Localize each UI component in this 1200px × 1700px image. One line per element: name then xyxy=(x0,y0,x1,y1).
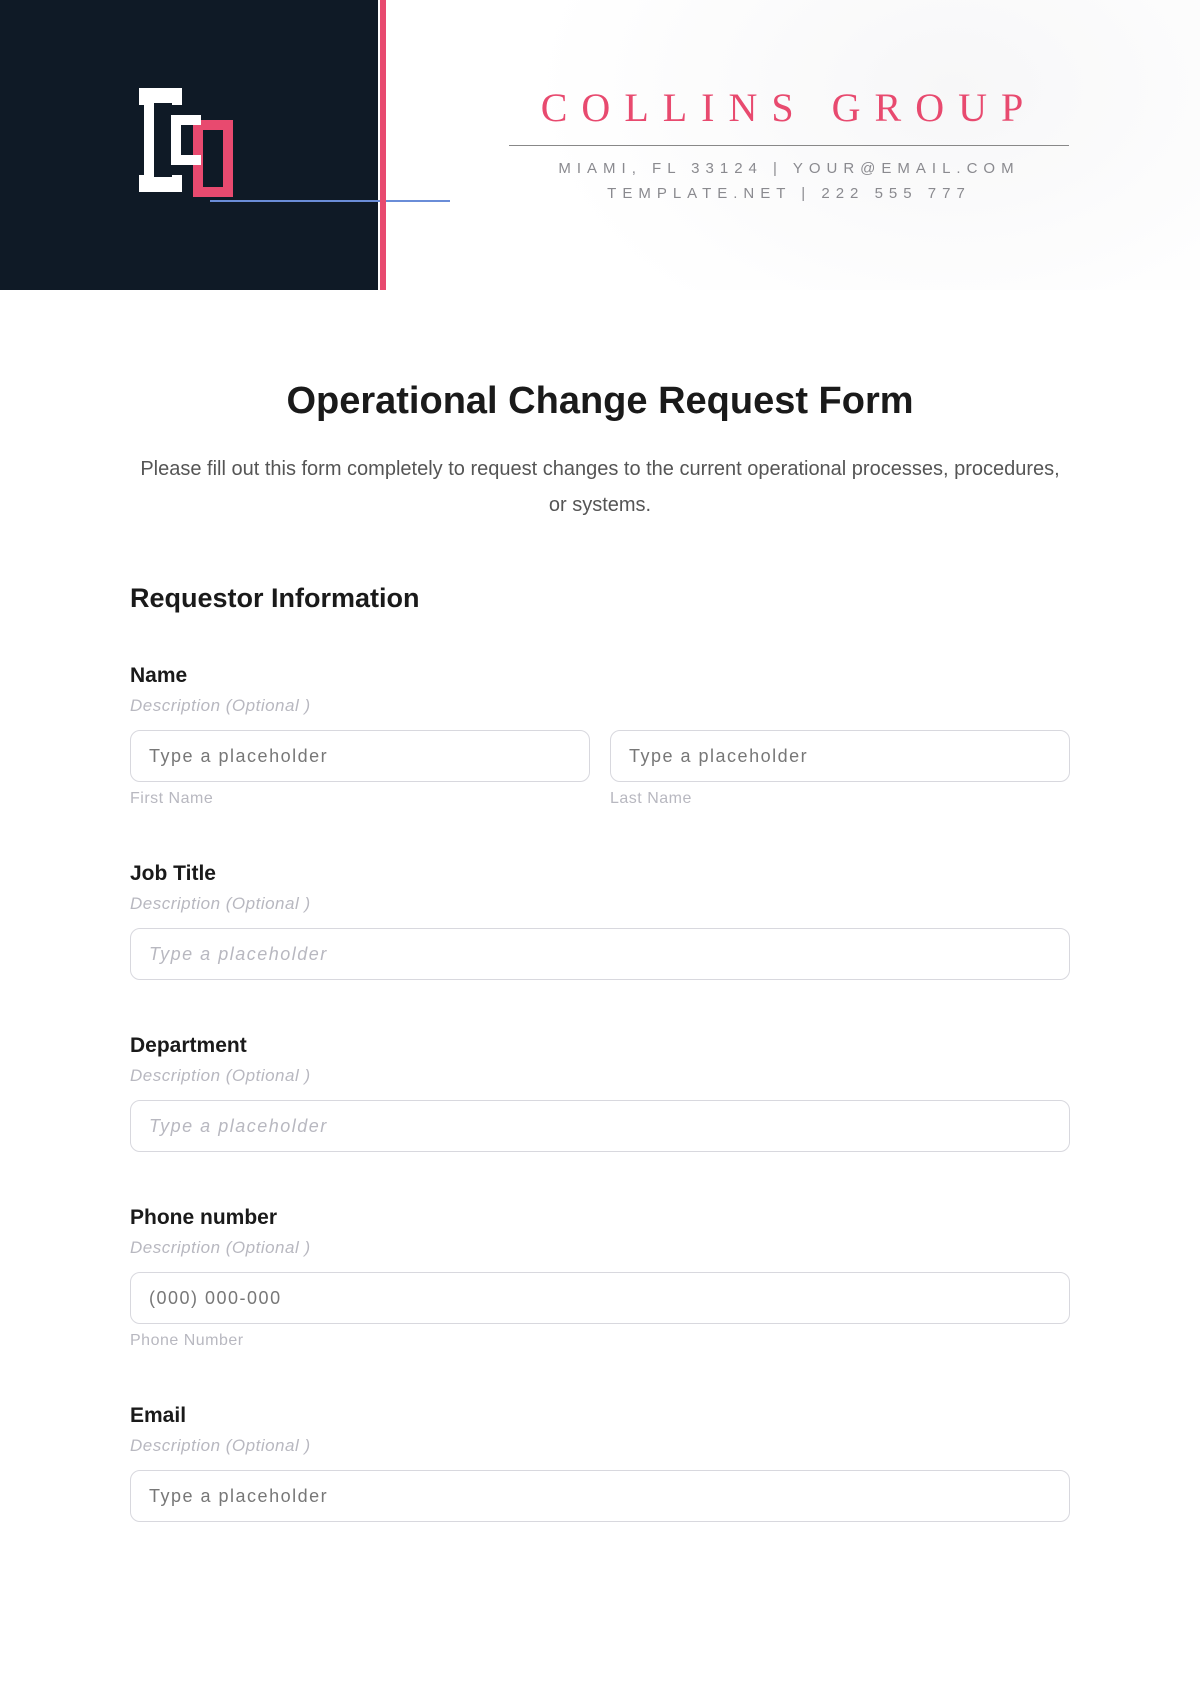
phone-input[interactable] xyxy=(130,1272,1070,1324)
brand-contact: MIAMI, FL 33124 | YOUR@EMAIL.COM TEMPLAT… xyxy=(558,156,1019,207)
brand-name: COLLINS GROUP xyxy=(541,84,1037,131)
department-label: Department xyxy=(130,1034,1070,1058)
name-desc: Description (Optional ) xyxy=(130,696,1070,716)
email-label: Email xyxy=(130,1404,1070,1428)
logo-block xyxy=(0,0,378,290)
field-email: Email Description (Optional ) xyxy=(130,1404,1070,1522)
field-phone: Phone number Description (Optional ) Pho… xyxy=(130,1206,1070,1350)
logo-icon xyxy=(129,85,249,205)
last-name-sublabel: Last Name xyxy=(610,790,1070,808)
accent-line xyxy=(210,200,450,202)
last-name-input[interactable] xyxy=(610,730,1070,782)
accent-stripe xyxy=(380,0,386,290)
brand-divider xyxy=(509,145,1069,146)
email-desc: Description (Optional ) xyxy=(130,1436,1070,1456)
brand-contact-line2: TEMPLATE.NET | 222 555 777 xyxy=(607,185,971,202)
phone-desc: Description (Optional ) xyxy=(130,1238,1070,1258)
phone-label: Phone number xyxy=(130,1206,1070,1230)
email-input[interactable] xyxy=(130,1470,1070,1522)
form-intro: Please fill out this form completely to … xyxy=(130,451,1070,523)
section-title: Requestor Information xyxy=(130,583,1070,614)
first-name-sublabel: First Name xyxy=(130,790,590,808)
brand-contact-line1: MIAMI, FL 33124 | YOUR@EMAIL.COM xyxy=(558,160,1019,177)
field-job-title: Job Title Description (Optional ) xyxy=(130,862,1070,980)
name-label: Name xyxy=(130,664,1070,688)
form-title: Operational Change Request Form xyxy=(130,380,1070,423)
job-title-input[interactable] xyxy=(130,928,1070,980)
field-department: Department Description (Optional ) xyxy=(130,1034,1070,1152)
job-title-label: Job Title xyxy=(130,862,1070,886)
phone-sublabel: Phone Number xyxy=(130,1332,1070,1350)
department-desc: Description (Optional ) xyxy=(130,1066,1070,1086)
form-content: Operational Change Request Form Please f… xyxy=(0,290,1200,1522)
header: COLLINS GROUP MIAMI, FL 33124 | YOUR@EMA… xyxy=(0,0,1200,290)
brand-block: COLLINS GROUP MIAMI, FL 33124 | YOUR@EMA… xyxy=(378,0,1200,290)
department-input[interactable] xyxy=(130,1100,1070,1152)
field-name: Name Description (Optional ) First Name … xyxy=(130,664,1070,808)
job-title-desc: Description (Optional ) xyxy=(130,894,1070,914)
first-name-input[interactable] xyxy=(130,730,590,782)
